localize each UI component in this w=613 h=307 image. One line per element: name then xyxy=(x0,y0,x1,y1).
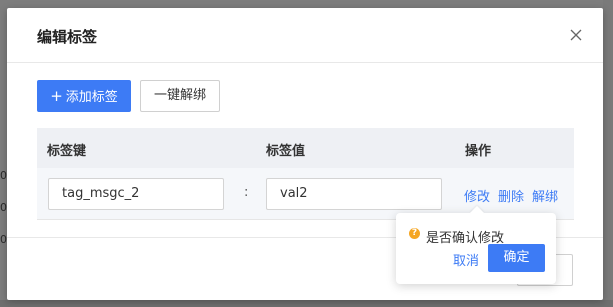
confirm-button[interactable]: 确定 xyxy=(488,244,545,272)
cancel-button[interactable]: 取消 xyxy=(453,250,479,269)
dialog-header: 编辑标签 xyxy=(7,8,603,63)
column-header-value: 标签值 xyxy=(266,144,306,159)
unbind-all-button[interactable]: 一键解绑 xyxy=(140,80,220,112)
key-value-separator: : xyxy=(244,185,249,200)
delete-link[interactable]: 删除 xyxy=(498,186,524,205)
edit-link[interactable]: 修改 xyxy=(464,186,490,205)
column-header-key: 标签键 xyxy=(47,144,87,159)
page-overlay-bottom xyxy=(0,300,613,307)
plus-icon: + xyxy=(50,87,63,105)
table-header: 标签键 标签值 操作 xyxy=(37,128,574,168)
column-header-actions: 操作 xyxy=(465,144,492,159)
tag-key-input[interactable]: tag_msgc_2 xyxy=(48,178,224,210)
warning-icon: ? xyxy=(409,228,420,239)
close-icon[interactable] xyxy=(569,28,583,42)
add-tag-label: 添加标签 xyxy=(65,90,118,105)
page-overlay-edge xyxy=(603,0,613,307)
screen: 0 0 0 编辑标签 + 添加标签 一键解绑 标签键 标签值 操作 tag_msg… xyxy=(0,0,613,307)
confirm-popover: ? 是否确认修改 取消 确定 xyxy=(396,205,556,284)
unbind-link[interactable]: 解绑 xyxy=(532,186,558,205)
add-tag-button[interactable]: + 添加标签 xyxy=(37,80,131,112)
tag-value-input[interactable]: val2 xyxy=(266,178,442,210)
dialog-title: 编辑标签 xyxy=(37,28,98,46)
